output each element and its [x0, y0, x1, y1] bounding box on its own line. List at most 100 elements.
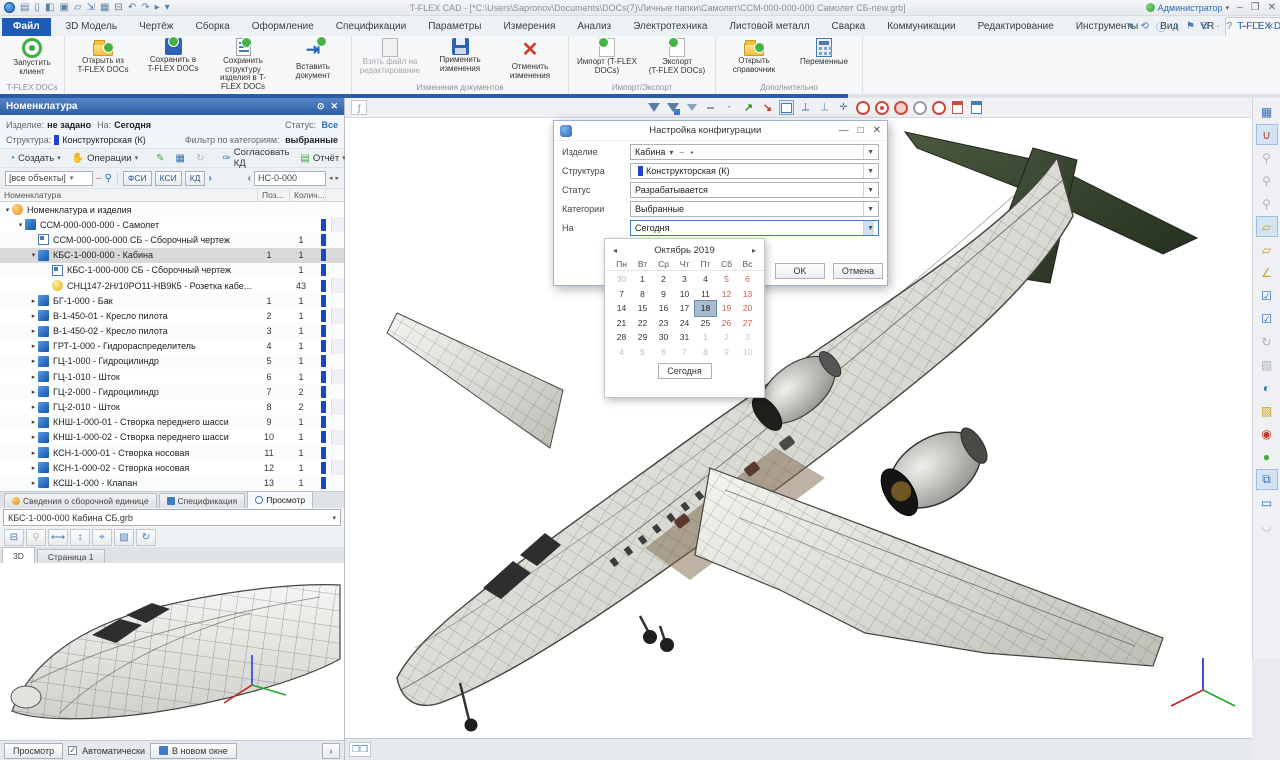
preview-tab-page1[interactable]: Страница 1	[37, 549, 105, 563]
field-input[interactable]: Кабина ▾ ‒ ▪ ▼	[630, 144, 879, 160]
save-to-docs-button[interactable]: Сохранить в T-FLEX DOCs	[138, 37, 208, 74]
fit-vertical-icon[interactable]: ↕	[70, 529, 90, 546]
preview-file-combo[interactable]: КБС-1-000-000 Кабина СБ.grb ▾	[3, 509, 341, 526]
calendar-day[interactable]: 2	[653, 272, 674, 287]
tab-annotation[interactable]: Оформление	[241, 18, 325, 36]
column-pos[interactable]: Поз... ▴	[258, 189, 290, 201]
tab-welding[interactable]: Сварка	[821, 18, 877, 36]
tree-row[interactable]: ▸ БГ-1-000 - Бак 1 1	[0, 293, 344, 308]
open-reference-button[interactable]: Открыть справочник	[719, 37, 789, 75]
next-month-icon[interactable]: ▸	[752, 246, 756, 255]
close-icon[interactable]: ✕	[330, 101, 338, 112]
save-icon[interactable]: ▦	[100, 2, 109, 13]
calendar-day[interactable]: 8	[695, 345, 716, 360]
operations-button[interactable]: ✋Операции▾	[68, 152, 142, 165]
manipulator-icon[interactable]	[798, 100, 813, 115]
ok-button[interactable]: OK	[775, 263, 825, 279]
tree-row[interactable]: ▸ КНШ-1-000-02 - Створка переднего шасси…	[0, 430, 344, 445]
tree-row[interactable]: СНЦ147-2Н/10РО11-НВ9К5 - Розетка кабельн…	[0, 278, 344, 293]
calendar-day[interactable]: 19	[716, 301, 737, 316]
print-icon[interactable]: ⊟	[4, 529, 24, 546]
tab-drawing[interactable]: Чертёж	[128, 18, 184, 36]
dialog-minimize-button[interactable]: —	[839, 125, 849, 136]
edit-icon[interactable]: ✎	[152, 152, 168, 165]
tree-row[interactable]: ▸ ГЦ-1-000 - Гидроцилиндр 5 1	[0, 354, 344, 369]
expand-arrow-icon[interactable]: ▸	[29, 433, 38, 441]
tab-communications[interactable]: Коммуникации	[876, 18, 966, 36]
kd-toggle[interactable]: КД	[185, 171, 206, 186]
new-3d-model-icon[interactable]: ◧	[45, 2, 54, 13]
calendar-day[interactable]: 12	[716, 287, 737, 302]
dialog-maximize-button[interactable]: □	[858, 125, 864, 136]
cancel-changes-button[interactable]: ✕ Отменить изменения	[495, 37, 565, 81]
expand-arrow-icon[interactable]: ▾	[16, 221, 25, 229]
calendar-day[interactable]: 10	[674, 287, 695, 302]
preview-tab-3d[interactable]: 3D	[2, 547, 35, 563]
tree-row[interactable]: ▸ ГРТ-1-000 - Гидрораспределитель 4 1	[0, 339, 344, 354]
field-input[interactable]: Конструкторская (К) ▼	[630, 163, 879, 179]
calendar-day[interactable]: 30	[611, 272, 632, 287]
calendar-day[interactable]: 13	[737, 287, 758, 302]
tab-editing[interactable]: Редактирование	[967, 18, 1065, 36]
expand-arrow-icon[interactable]: ▸	[29, 464, 38, 472]
cube-view-icon[interactable]: ▧	[1256, 354, 1278, 375]
expand-arrow-icon[interactable]: ▸	[29, 357, 38, 365]
field-input[interactable]: Выбранные ▼	[630, 201, 879, 217]
save-structure-button[interactable]: Сохранить структуру изделия в T-FLEX DOC…	[208, 37, 278, 92]
field-input[interactable]: Разрабатывается ▼	[630, 182, 879, 198]
calendar-day[interactable]: 6	[653, 345, 674, 360]
tree-row[interactable]: ▾ КБС-1-000-000 - Кабина 1 1	[0, 248, 344, 263]
calendar-day[interactable]: 16	[653, 301, 674, 316]
tab-specifications[interactable]: Спецификации	[325, 18, 417, 36]
calendar-month-label[interactable]: Октябрь 2019	[617, 245, 752, 256]
manipulator-alt-icon[interactable]	[817, 100, 832, 115]
nav-next-icon[interactable]: ▸	[335, 174, 339, 182]
tree-row[interactable]: ▸ ГЦ-1-010 - Шток 6 1	[0, 369, 344, 384]
calendar-day[interactable]: 28	[611, 330, 632, 345]
expand-arrow-icon[interactable]: ▸	[29, 342, 38, 350]
expand-arrow-icon[interactable]: ▸	[29, 479, 38, 487]
calendar-day[interactable]: 4	[695, 272, 716, 287]
calendar-day[interactable]: 10	[737, 345, 758, 360]
record-ring-icon[interactable]	[855, 100, 870, 115]
tab-parameters[interactable]: Параметры	[417, 18, 492, 36]
expand-arrow-icon[interactable]: ▸	[29, 297, 38, 305]
report-button[interactable]: ▤Отчёт▾	[296, 152, 349, 165]
calendar-day[interactable]: 3	[737, 330, 758, 345]
calendar-day[interactable]: 31	[674, 330, 695, 345]
doc-red-icon[interactable]	[950, 100, 965, 115]
calendar-day[interactable]: 21	[611, 316, 632, 331]
doc-restore-button[interactable]: ❐	[1252, 21, 1260, 32]
user-menu[interactable]: Администратор ▾	[1146, 3, 1229, 13]
axes-icon[interactable]	[836, 100, 851, 115]
expand-arrow-icon[interactable]: ▾	[3, 206, 12, 214]
tab-3d-model[interactable]: 3D Модель	[55, 18, 128, 36]
calendar-day[interactable]: 5	[716, 272, 737, 287]
variables-button[interactable]: Переменные	[789, 37, 859, 68]
object-filter-combo[interactable]: [все объекты]▾	[5, 171, 93, 186]
zoom-in-icon[interactable]: ⚲	[1256, 147, 1278, 168]
new-window-button[interactable]: В новом окне	[150, 743, 237, 759]
zoom-window-icon[interactable]: ⚲	[1256, 193, 1278, 214]
doc-minimize-button[interactable]: ‒	[1241, 21, 1246, 32]
tab-electrical[interactable]: Электротехника	[622, 18, 718, 36]
dot-icon[interactable]	[722, 100, 737, 115]
page-view-icon[interactable]: ▭	[1256, 492, 1278, 513]
save-icon[interactable]: ▦	[171, 152, 188, 165]
calendar-day[interactable]: 23	[653, 316, 674, 331]
view-frame-icon[interactable]: ⧉	[1256, 469, 1278, 490]
calendar-day[interactable]: 17	[674, 301, 695, 316]
info-icon[interactable]: ⓘ	[1156, 19, 1166, 34]
minimize-button[interactable]: ‒	[1237, 2, 1243, 13]
tree-row[interactable]: ▸ ГЦ-2-010 - Шток 8 2	[0, 399, 344, 414]
expand-arrow-icon[interactable]: ▾	[29, 251, 38, 259]
tree-row[interactable]: ▸ В-1-450-01 - Кресло пилота 2 1	[0, 308, 344, 323]
rotate-view-icon[interactable]: ↻	[1256, 331, 1278, 352]
record-ring-gray-icon[interactable]	[912, 100, 927, 115]
status-value[interactable]: Все	[321, 120, 338, 130]
tree-row[interactable]: ССМ-000-000-000 СБ - Сборочный чертеж 1	[0, 232, 344, 247]
tab-measurements[interactable]: Измерения	[493, 18, 567, 36]
flag-icon[interactable]: ⚑	[1186, 21, 1195, 32]
dialog-title-bar[interactable]: Настройка конфигурации — □ ✕	[554, 121, 887, 141]
record-ring2-icon[interactable]	[931, 100, 946, 115]
